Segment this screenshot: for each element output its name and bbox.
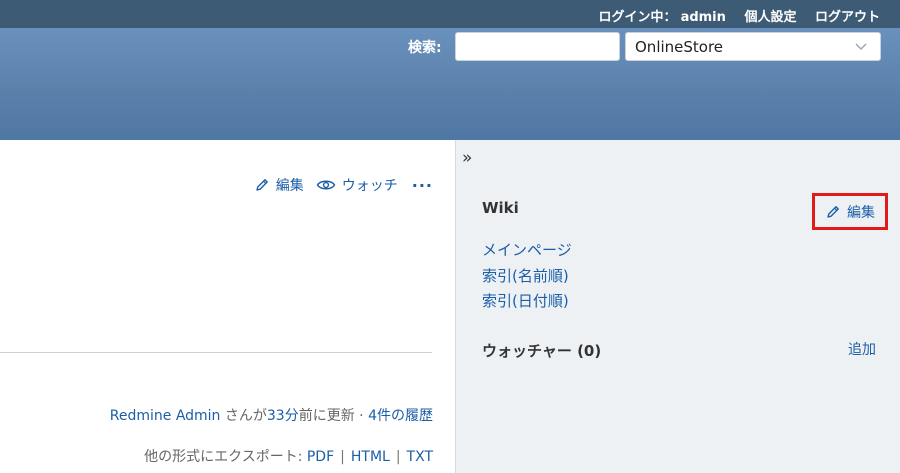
author-link[interactable]: Redmine Admin [110, 408, 221, 424]
edit-label: 編集 [275, 178, 304, 194]
export-separator: | [340, 449, 345, 465]
edit-link[interactable]: 編集 [254, 175, 304, 195]
sidebar: » Wiki 編集 メインページ 索引(名前順) 索引(日付順) ウォッチャー … [455, 140, 900, 473]
top-menu: ログイン中： admin 個人設定 ログアウト [0, 0, 900, 28]
sidebar-toggle-icon[interactable]: » [462, 148, 472, 168]
chevron-down-icon [855, 43, 867, 50]
logged-in-label: ログイン中： [598, 10, 677, 25]
history-link[interactable]: 4件の履歴 [368, 408, 433, 424]
more-actions-icon[interactable]: ··· [412, 176, 433, 195]
wiki-edit-link[interactable]: 編集 [812, 193, 888, 230]
contextual-actions: 編集 ウォッチ ··· [242, 175, 433, 195]
my-account-link[interactable]: 個人設定 [744, 10, 796, 25]
pencil-icon [827, 205, 839, 218]
sidebar-link-index-by-title[interactable]: 索引(名前順) [482, 264, 572, 290]
main-content: 編集 ウォッチ ··· Redmine Admin さんが33分前に更新 · 4… [0, 140, 455, 473]
export-pdf-link[interactable]: PDF [307, 449, 334, 465]
export-html-link[interactable]: HTML [351, 449, 390, 465]
project-jump-select[interactable]: OnlineStore [625, 32, 881, 61]
update-text-ago: 前に更新 · [298, 408, 369, 424]
wiki-heading: Wiki [482, 199, 519, 217]
content-divider [0, 352, 432, 353]
wiki-links: メインページ 索引(名前順) 索引(日付順) [482, 238, 572, 315]
export-links: 他の形式にエクスポート: PDF | HTML | TXT [144, 446, 433, 466]
update-info: Redmine Admin さんが33分前に更新 · 4件の履歴 [110, 405, 433, 425]
pencil-icon [256, 179, 268, 191]
logout-link[interactable]: ログアウト [815, 10, 880, 25]
logged-in-user-link[interactable]: admin [681, 10, 726, 25]
search-input[interactable] [455, 32, 620, 61]
add-watcher-link[interactable]: 追加 [848, 339, 876, 359]
search-label: 検索: [408, 40, 442, 56]
export-label: 他の形式にエクスポート: [144, 449, 307, 465]
sidebar-link-main-page[interactable]: メインページ [482, 238, 572, 264]
project-select-value: OnlineStore [635, 38, 724, 56]
update-age-link[interactable]: 33分 [267, 408, 299, 424]
watch-link[interactable]: ウォッチ [316, 175, 398, 195]
watch-label: ウォッチ [341, 178, 398, 194]
sidebar-link-index-by-date[interactable]: 索引(日付順) [482, 289, 572, 315]
export-separator: | [395, 449, 401, 465]
eye-icon [316, 180, 336, 190]
export-txt-link[interactable]: TXT [407, 449, 433, 465]
wiki-edit-label: 編集 [847, 204, 875, 221]
update-text-san: さんが [220, 408, 267, 424]
watchers-heading: ウォッチャー (0) [482, 342, 602, 360]
header: 検索: OnlineStore [0, 28, 900, 140]
account-menu: ログイン中： admin 個人設定 ログアウト [599, 6, 880, 25]
